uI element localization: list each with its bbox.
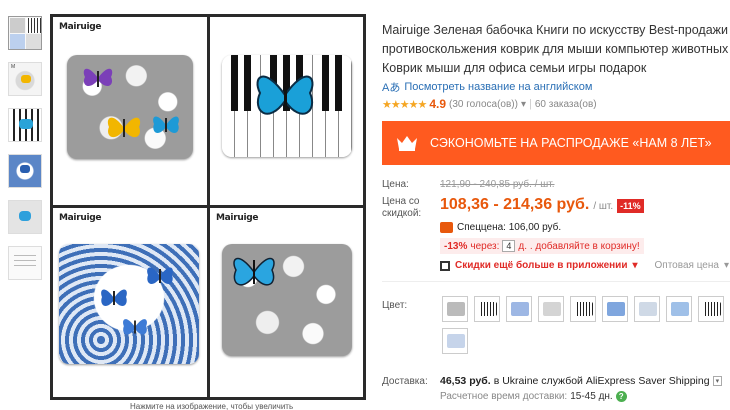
color-swatch[interactable] [570, 296, 596, 322]
price-unit: / шт. [593, 201, 614, 212]
app-discount-link[interactable]: Скидки ещё больше в приложении [455, 260, 627, 271]
discount-price-label: Цена со скидкой: [382, 196, 422, 219]
color-swatch[interactable] [602, 296, 628, 322]
thumbnail-4[interactable] [8, 154, 42, 188]
app-discount-row: Скидки ещё больше в приложении ▾ Оптовая… [440, 260, 729, 271]
thumbnail-brand: M [11, 64, 16, 70]
delivery-time-value: 15-45 дн. [570, 391, 613, 402]
brand-watermark: Mairuige [216, 213, 259, 223]
special-price: Спеццена: 106,00 руб. [440, 222, 561, 233]
price-tag-icon [440, 222, 453, 233]
shipping-price: 46,53 руб. [440, 375, 491, 387]
blue-butterfly-icon [101, 289, 127, 307]
color-swatch[interactable] [538, 296, 564, 322]
qr-code-icon [440, 260, 450, 271]
shipping-row: 46,53 руб. в Ukraine службой AliExpress … [440, 375, 723, 387]
chevron-down-icon[interactable]: ▾ [521, 99, 526, 110]
color-swatches [442, 296, 730, 354]
color-swatch[interactable] [474, 296, 500, 322]
wholesale-price-link[interactable]: Оптовая цена [655, 260, 719, 271]
bulk-quantity: 4 [502, 240, 516, 252]
bulk-discount-percent: -13% [444, 240, 468, 252]
color-swatch[interactable] [698, 296, 724, 322]
translate-icon: Aあ [382, 82, 401, 94]
divider [382, 281, 730, 282]
delivery-time: Расчетное время доставки: 15-45 дн. ? [440, 391, 627, 402]
chevron-down-icon[interactable]: ▾ [712, 376, 723, 386]
yellow-butterfly-icon [107, 117, 141, 138]
chevron-down-icon[interactable]: ▾ [724, 260, 729, 271]
thumbnail-5[interactable] [8, 200, 42, 234]
product-title: Mairuige Зеленая бабочка Книги по искусс… [382, 23, 729, 75]
purple-butterfly-icon [83, 68, 113, 87]
sale-banner[interactable]: СЭКОНОМЬТЕ НА РАСПРОДАЖЕ «НАМ 8 ЛЕТ» [382, 121, 730, 165]
thumbnail-2[interactable]: M [8, 62, 42, 96]
help-icon[interactable]: ? [615, 391, 627, 402]
chevron-down-icon[interactable]: ▾ [632, 260, 637, 271]
price-row: 108,36 - 214,36 руб. / шт. -11% [440, 196, 644, 214]
blue-butterfly-icon [256, 75, 314, 115]
mousepad-piano [222, 55, 352, 157]
thumbnail-6[interactable] [8, 246, 42, 280]
rating-row: ★★★★★ 4.9 (30 голоса(ов)) ▾ | 60 заказа(… [382, 97, 597, 111]
image-piano-butterfly [210, 17, 363, 205]
thumbnail-1[interactable] [8, 16, 42, 50]
main-product-image[interactable]: Mairuige Mairuige Mairuige [50, 14, 366, 400]
color-swatch[interactable] [442, 328, 468, 354]
orders-count: 60 заказа(ов) [534, 98, 597, 110]
bulk-discount-via: через: [470, 240, 500, 252]
color-swatch[interactable] [666, 296, 692, 322]
blue-butterfly-icon [147, 267, 173, 285]
zoom-hint: Нажмите на изображение, чтобы увеличить [130, 402, 294, 410]
mousepad-pebbles [222, 244, 352, 356]
color-swatch[interactable] [506, 296, 532, 322]
blue-butterfly-icon [153, 116, 179, 134]
bulk-discount-text: д. . добавляйте в корзину! [518, 240, 640, 252]
image-pebbles-butterflies: Mairuige [53, 17, 207, 205]
sale-banner-text: СЭКОНОМЬТЕ НА РАСПРОДАЖЕ «НАМ 8 ЛЕТ» [430, 136, 712, 150]
discount-badge: -11% [617, 199, 644, 213]
crown-icon [397, 136, 417, 151]
translate-label: Посмотреть название на английском [404, 81, 593, 93]
divider: | [528, 98, 532, 110]
color-swatch[interactable] [634, 296, 660, 322]
delivery-time-label: Расчетное время доставки: [440, 391, 568, 402]
price-label: Цена: [382, 179, 409, 190]
image-pebbles-blue-butterfly: Mairuige [210, 208, 363, 397]
votes-link[interactable]: (30 голоса(ов)) [449, 99, 518, 110]
color-swatch[interactable] [442, 296, 468, 322]
old-price: 121,90 - 240,85 руб. / шт. [440, 179, 555, 190]
shipping-label: Доставка: [382, 376, 428, 387]
mousepad-flowers [59, 244, 199, 364]
bulk-discount: -13% через: 4 д. . добавляйте в корзину! [440, 238, 644, 254]
shipping-method: в Ukraine службой AliExpress Saver Shipp… [493, 375, 710, 387]
blue-butterfly-icon [123, 319, 147, 335]
thumbnail-3[interactable] [8, 108, 42, 142]
translate-link[interactable]: Aあ Посмотреть название на английском [382, 79, 592, 95]
special-price-text: Спеццена: 106,00 руб. [457, 222, 562, 233]
current-price: 108,36 - 214,36 руб. [440, 196, 590, 213]
thumbnail-strip: M [8, 16, 44, 292]
mousepad-pebbles [67, 55, 193, 159]
color-label: Цвет: [382, 300, 408, 311]
blue-butterfly-icon [233, 257, 275, 286]
rating-value: 4.9 [429, 97, 446, 111]
star-rating-icon: ★★★★★ [382, 98, 427, 111]
brand-watermark: Mairuige [59, 213, 102, 223]
image-flowers-butterflies: Mairuige [53, 208, 207, 397]
brand-watermark: Mairuige [59, 22, 102, 32]
